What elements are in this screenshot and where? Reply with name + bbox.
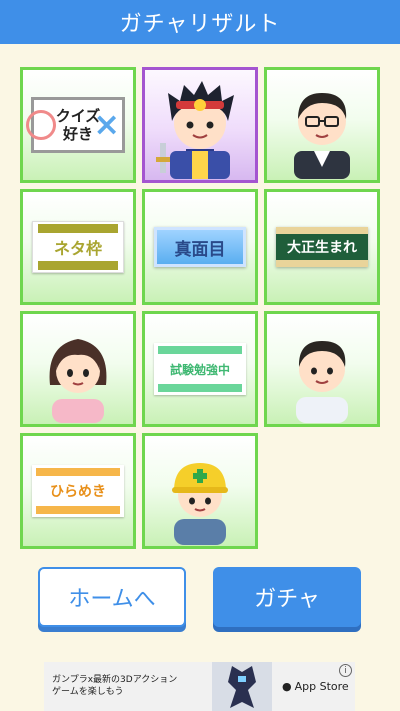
ad-text: ガンプラx最新の3Dアクションゲームを楽しもう [52,675,178,698]
majime-tag-label: 真面目 [174,239,226,260]
apple-icon: ● [282,680,292,693]
ad-banner[interactable]: ガンプラx最新の3Dアクションゲームを楽しもう ● App Store i [44,662,355,711]
page-title: ガチャリザルト [119,12,281,37]
quiz-tag-plate: × クイズ 好き [26,97,125,153]
info-icon-label: i [344,665,347,676]
quiz-tag-line2: 好き [62,124,93,143]
taisho-tag-plate: 大正生まれ [276,227,368,267]
home-button[interactable]: ホームへ [38,567,186,627]
man-character-icon [296,341,348,423]
study-tag-plate: 試験勉強中 [154,343,246,395]
app-store-badge[interactable]: ● App Store [282,680,349,693]
result-card-hero[interactable] [142,67,258,183]
home-button-label: ホームへ [68,587,156,612]
info-icon[interactable]: i [339,664,352,677]
app-store-label: App Store [294,680,349,693]
neta-tag-label: ネタ枠 [53,239,102,258]
result-card-man[interactable] [264,311,380,427]
helmet-worker-icon [172,463,228,545]
result-card-neta[interactable]: ネタ枠 [20,189,136,305]
hirameki-tag-plate: ひらめき [32,465,124,517]
study-tag-label: 試験勉強中 [169,362,230,377]
hirameki-tag-label: ひらめき [50,484,106,500]
result-card-hirameki[interactable]: ひらめき [20,433,136,549]
result-card-study[interactable]: 試験勉強中 [142,311,258,427]
woman-character-icon [49,339,107,423]
neta-tag-plate: ネタ枠 [32,221,124,273]
result-card-quiz[interactable]: × クイズ 好き [20,67,136,183]
gacha-button[interactable]: ガチャ [213,567,361,627]
result-card-taisho[interactable]: 大正生まれ [264,189,380,305]
result-card-glasses-man[interactable] [264,67,380,183]
majime-tag-plate: 真面目 [154,227,246,267]
glasses-man-icon [294,93,350,179]
header-bar: ガチャリザルト [0,0,400,44]
result-card-woman[interactable] [20,311,136,427]
result-card-worker[interactable] [142,433,258,549]
robot-ad-image [212,662,272,711]
circle-mark-icon [26,110,56,140]
gacha-button-label: ガチャ [254,587,320,612]
result-card-majime[interactable]: 真面目 [142,189,258,305]
hero-character-icon [156,81,234,179]
cross-mark-icon: × [93,105,120,143]
taisho-tag-label: 大正生まれ [287,240,357,256]
